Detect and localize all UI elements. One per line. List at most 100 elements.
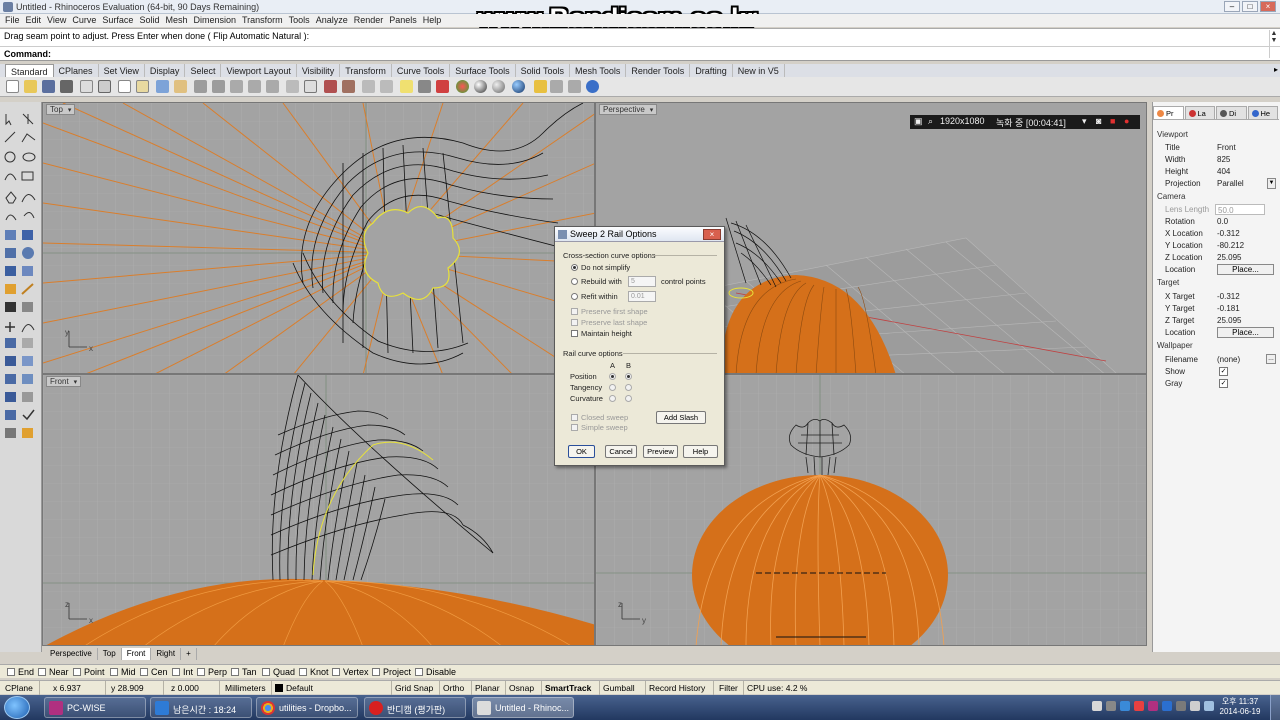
tab-overflow-icon[interactable]: ▸ xyxy=(1274,65,1278,74)
options-gear-icon[interactable] xyxy=(550,80,563,93)
menu-tools[interactable]: Tools xyxy=(287,14,314,27)
menu-surface[interactable]: Surface xyxy=(100,14,137,27)
vp-tab-right[interactable]: Right xyxy=(151,648,182,660)
viewport-label-perspective[interactable]: Perspective ▾ xyxy=(599,104,658,115)
tab-transform[interactable]: Transform xyxy=(340,64,392,77)
zoom-window-icon[interactable] xyxy=(212,80,225,93)
rebuild-with-radio[interactable] xyxy=(571,278,578,285)
curvature-b-radio[interactable] xyxy=(625,395,632,402)
status-record-history[interactable]: Record History xyxy=(646,681,714,695)
camera-place-button[interactable]: Place... xyxy=(1217,264,1274,275)
osnap-perp-checkbox[interactable] xyxy=(197,668,205,676)
menu-curve[interactable]: Curve xyxy=(70,14,100,27)
menu-edit[interactable]: Edit xyxy=(24,14,46,27)
help-icon[interactable] xyxy=(586,80,599,93)
osnap-point[interactable]: Point xyxy=(73,667,105,677)
menu-transform[interactable]: Transform xyxy=(240,14,287,27)
rotate-view-icon[interactable] xyxy=(194,80,207,93)
tray-keyboard-icon[interactable] xyxy=(1092,701,1102,711)
paste-icon[interactable] xyxy=(136,80,149,93)
taskbar-item-chrome[interactable]: utilities - Dropbo... xyxy=(256,697,358,718)
open-folder-icon[interactable] xyxy=(24,80,37,93)
command-input[interactable]: Command: xyxy=(0,46,1280,61)
taskbar-item-rhino[interactable]: Untitled - Rhinoc... xyxy=(472,697,574,718)
cancel-button[interactable]: Cancel xyxy=(605,445,637,458)
preview-button[interactable]: Preview xyxy=(643,445,678,458)
refit-tolerance-input[interactable]: 0.01 xyxy=(628,291,656,302)
show-checkbox[interactable]: ✓ xyxy=(1219,367,1228,376)
zoom-extents-icon[interactable] xyxy=(248,80,261,93)
tab-cplanes[interactable]: CPlanes xyxy=(54,64,99,77)
tab-display-panel[interactable]: Di xyxy=(1216,106,1247,119)
height-value[interactable]: 404 xyxy=(1217,167,1230,176)
osnap-int[interactable]: Int xyxy=(172,667,193,677)
viewport-front[interactable]: Front ▾ z x xyxy=(42,374,595,646)
position-a-radio[interactable] xyxy=(609,373,616,380)
osnap-vertex[interactable]: Vertex xyxy=(332,667,369,677)
color-wheel-icon[interactable] xyxy=(456,80,469,93)
osnap-knot[interactable]: Knot xyxy=(299,667,329,677)
cplane-icon[interactable] xyxy=(324,80,337,93)
menu-help[interactable]: Help xyxy=(421,14,446,27)
status-filter[interactable]: Filter xyxy=(716,681,744,695)
tab-help-panel[interactable]: He xyxy=(1247,106,1278,119)
osnap-tan-checkbox[interactable] xyxy=(231,668,239,676)
tab-visibility[interactable]: Visibility xyxy=(297,64,341,77)
screen-icon[interactable]: ▣ xyxy=(914,116,923,127)
projection-select[interactable]: Parallel xyxy=(1217,179,1244,188)
x-target-value[interactable]: -0.312 xyxy=(1217,292,1240,301)
tray-record-icon[interactable] xyxy=(1134,701,1144,711)
tray-network-icon[interactable] xyxy=(1120,701,1130,711)
tray-arrow-icon[interactable] xyxy=(1106,701,1116,711)
tab-select[interactable]: Select xyxy=(185,64,222,77)
osnap-near[interactable]: Near xyxy=(38,667,69,677)
gray-checkbox[interactable]: ✓ xyxy=(1219,379,1228,388)
lens-length-field[interactable]: 50.0 xyxy=(1215,204,1265,215)
render-icon[interactable] xyxy=(512,80,525,93)
osnap-vertex-checkbox[interactable] xyxy=(332,668,340,676)
hide-objects-icon[interactable] xyxy=(362,80,375,93)
tray-flag-icon[interactable] xyxy=(1176,701,1186,711)
copy-icon[interactable] xyxy=(118,80,131,93)
ok-button[interactable]: OK xyxy=(568,445,595,458)
menu-solid[interactable]: Solid xyxy=(137,14,163,27)
viewport-label-front[interactable]: Front ▾ xyxy=(46,376,82,387)
print-icon[interactable] xyxy=(60,80,73,93)
status-ortho[interactable]: Ortho xyxy=(440,681,472,695)
wallpaper-filename[interactable]: (none) xyxy=(1217,355,1240,364)
osnap-disable-checkbox[interactable] xyxy=(415,668,423,676)
tray-dropbox-icon[interactable] xyxy=(1162,701,1172,711)
menu-file[interactable]: File xyxy=(3,14,24,27)
status-cplane[interactable]: CPlane xyxy=(2,681,40,695)
tab-standard[interactable]: Standard xyxy=(5,64,54,77)
select-all-icon[interactable] xyxy=(342,80,355,93)
vp-tab-top[interactable]: Top xyxy=(98,648,122,660)
status-smarttrack[interactable]: SmartTrack xyxy=(542,681,600,695)
pan-hand-icon[interactable] xyxy=(174,80,187,93)
status-gumball[interactable]: Gumball xyxy=(600,681,646,695)
cut-icon[interactable] xyxy=(98,80,111,93)
vp-tab-add-icon[interactable]: + xyxy=(181,648,197,660)
osnap-end[interactable]: End xyxy=(7,667,34,677)
dialog-close-button[interactable]: × xyxy=(703,229,721,240)
rebuild-count-input[interactable]: 5 xyxy=(628,276,656,287)
tab-set-view[interactable]: Set View xyxy=(99,64,145,77)
do-not-simplify-radio[interactable] xyxy=(571,264,578,271)
new-file-icon[interactable] xyxy=(6,80,19,93)
tab-viewport-layout[interactable]: Viewport Layout xyxy=(221,64,297,77)
menu-view[interactable]: View xyxy=(45,14,70,27)
maintain-height-checkbox[interactable] xyxy=(571,330,578,337)
taskbar-item-timer[interactable]: 남은시간 : 18:24 xyxy=(150,697,252,718)
close-button[interactable]: × xyxy=(1260,1,1276,12)
tangency-a-radio[interactable] xyxy=(609,384,616,391)
refit-within-radio[interactable] xyxy=(571,293,578,300)
import-icon[interactable] xyxy=(80,80,93,93)
osnap-end-checkbox[interactable] xyxy=(7,668,15,676)
simple-sweep-checkbox[interactable] xyxy=(571,424,578,431)
undo-icon[interactable] xyxy=(156,80,169,93)
osnap-project[interactable]: Project xyxy=(372,667,411,677)
four-viewports-icon[interactable] xyxy=(304,80,317,93)
osnap-near-checkbox[interactable] xyxy=(38,668,46,676)
viewport-label-top[interactable]: Top ▾ xyxy=(46,104,76,115)
status-osnap[interactable]: Osnap xyxy=(506,681,542,695)
